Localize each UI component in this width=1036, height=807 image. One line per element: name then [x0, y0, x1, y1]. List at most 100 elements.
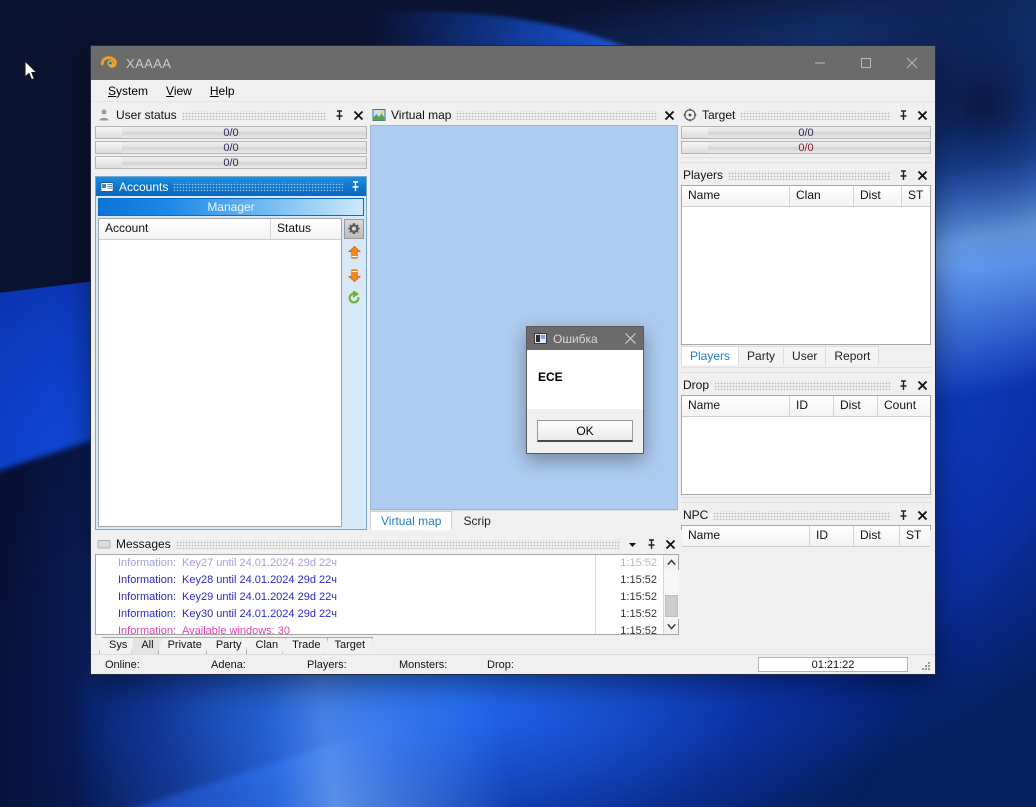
tab-user[interactable]: User	[783, 346, 827, 365]
list-item[interactable]: Information: Available windows: 30	[96, 623, 595, 634]
pin-icon[interactable]	[896, 378, 910, 392]
drop-table-rows[interactable]	[682, 417, 930, 494]
column-name[interactable]: Name	[682, 186, 790, 206]
close-icon[interactable]	[662, 108, 676, 122]
list-item[interactable]: Information: Key27 until 24.01.2024 29d …	[96, 555, 595, 572]
message-text: Key28 until 24.01.2024 29d 22ч	[182, 574, 337, 586]
dock-splitter[interactable]	[681, 367, 931, 373]
arrow-up-icon[interactable]	[344, 242, 364, 262]
close-icon[interactable]	[617, 327, 643, 350]
column-st[interactable]: ST	[902, 186, 930, 206]
players-table-rows[interactable]	[682, 207, 930, 344]
target-header[interactable]: Target	[681, 105, 931, 125]
pin-icon[interactable]	[332, 108, 346, 122]
drag-dots[interactable]	[714, 380, 891, 390]
message-time: 1:15:52	[620, 591, 657, 603]
scrollbar-track[interactable]	[663, 570, 679, 619]
drag-dots[interactable]	[175, 539, 620, 549]
resize-grip-icon[interactable]	[918, 658, 932, 672]
minimize-button[interactable]	[797, 46, 843, 80]
column-name[interactable]: Name	[682, 396, 790, 416]
close-icon[interactable]	[915, 508, 929, 522]
accounts-table-rows[interactable]	[99, 240, 341, 526]
refresh-icon[interactable]	[344, 288, 364, 308]
drop-table[interactable]: Name ID Dist Count	[681, 395, 931, 495]
tab-virtual-map[interactable]: Virtual map	[370, 511, 453, 530]
chat-tab-private[interactable]: Private	[157, 637, 210, 654]
pin-icon[interactable]	[896, 508, 910, 522]
players-header[interactable]: Players	[681, 165, 931, 185]
close-icon[interactable]	[351, 108, 365, 122]
players-table[interactable]: Name Clan Dist ST	[681, 185, 931, 345]
manager-bar[interactable]: Manager	[98, 198, 364, 216]
settings-icon[interactable]	[344, 219, 364, 239]
column-clan[interactable]: Clan	[790, 186, 854, 206]
drag-dots[interactable]	[728, 170, 891, 180]
close-icon[interactable]	[663, 537, 677, 551]
close-icon[interactable]	[915, 108, 929, 122]
list-item[interactable]: Information: Key28 until 24.01.2024 29d …	[96, 572, 595, 589]
scroll-up-icon[interactable]	[664, 555, 679, 570]
messages-list-container[interactable]: Information: Key27 until 24.01.2024 29d …	[95, 554, 679, 637]
drag-dots[interactable]	[181, 110, 327, 120]
status-players: Players:	[307, 658, 347, 671]
message-level: Information:	[118, 574, 177, 586]
chat-tab-all[interactable]: All	[131, 637, 162, 654]
pin-icon[interactable]	[896, 108, 910, 122]
message-level: Information:	[118, 591, 177, 603]
npc-header[interactable]: NPC	[681, 505, 931, 525]
drag-dots[interactable]	[173, 182, 343, 191]
dialog-icon	[534, 333, 547, 344]
drop-header[interactable]: Drop	[681, 375, 931, 395]
ok-button[interactable]: OK	[537, 420, 633, 442]
list-item[interactable]: Information: Key29 until 24.01.2024 29d …	[96, 589, 595, 606]
dock-splitter[interactable]	[681, 497, 931, 503]
user-status-bar-2: 0/0	[95, 141, 367, 154]
menu-item-view[interactable]: View	[157, 82, 201, 100]
tab-scrip[interactable]: Scrip	[452, 511, 502, 530]
accounts-header[interactable]: Accounts	[96, 177, 366, 196]
pin-icon[interactable]	[644, 537, 658, 551]
user-status-header[interactable]: User status	[95, 105, 367, 125]
error-dialog-titlebar[interactable]: Ошибка	[527, 327, 643, 350]
drag-dots[interactable]	[456, 110, 657, 120]
column-count[interactable]: Count	[878, 396, 930, 416]
chat-tab-clan[interactable]: Clan	[245, 637, 287, 654]
chat-tab-party[interactable]: Party	[205, 637, 250, 654]
message-level: Information:	[118, 557, 177, 569]
drag-dots[interactable]	[713, 510, 891, 520]
menu-item-system[interactable]: System	[99, 82, 157, 100]
column-dist[interactable]: Dist	[834, 396, 878, 416]
messages-list[interactable]: Information: Key27 until 24.01.2024 29d …	[96, 555, 595, 634]
list-item[interactable]: Information: Key30 until 24.01.2024 29d …	[96, 606, 595, 623]
chat-tab-target[interactable]: Target	[324, 637, 374, 654]
chevron-down-icon[interactable]	[625, 537, 639, 551]
tab-report[interactable]: Report	[825, 346, 880, 365]
drag-dots[interactable]	[740, 110, 891, 120]
arrow-down-icon[interactable]	[344, 265, 364, 285]
column-account[interactable]: Account	[99, 219, 271, 239]
scrollbar-thumb[interactable]	[664, 595, 678, 618]
messages-header[interactable]: Messages	[95, 534, 679, 554]
virtual-map-header[interactable]: Virtual map	[370, 105, 678, 125]
close-icon[interactable]	[915, 168, 929, 182]
menu-item-help[interactable]: Help	[201, 82, 244, 100]
chat-tab-trade[interactable]: Trade	[282, 637, 329, 654]
tab-players[interactable]: Players	[681, 346, 740, 365]
chat-tab-sys[interactable]: Sys	[99, 637, 136, 654]
dock-splitter[interactable]	[681, 157, 931, 163]
column-dist[interactable]: Dist	[854, 186, 902, 206]
close-icon[interactable]	[915, 378, 929, 392]
npc-panel: NPC Name ID Dist ST	[681, 505, 931, 547]
scroll-down-icon[interactable]	[664, 619, 679, 634]
maximize-button[interactable]	[843, 46, 889, 80]
window-titlebar[interactable]: XAAAA	[91, 46, 935, 80]
tab-party[interactable]: Party	[738, 346, 785, 365]
column-status[interactable]: Status	[271, 219, 341, 239]
pin-icon[interactable]	[896, 168, 910, 182]
messages-scrollbar[interactable]	[663, 555, 679, 634]
accounts-table[interactable]: Account Status	[98, 218, 342, 527]
column-id[interactable]: ID	[790, 396, 834, 416]
pin-icon[interactable]	[348, 180, 362, 194]
close-button[interactable]	[889, 46, 935, 80]
